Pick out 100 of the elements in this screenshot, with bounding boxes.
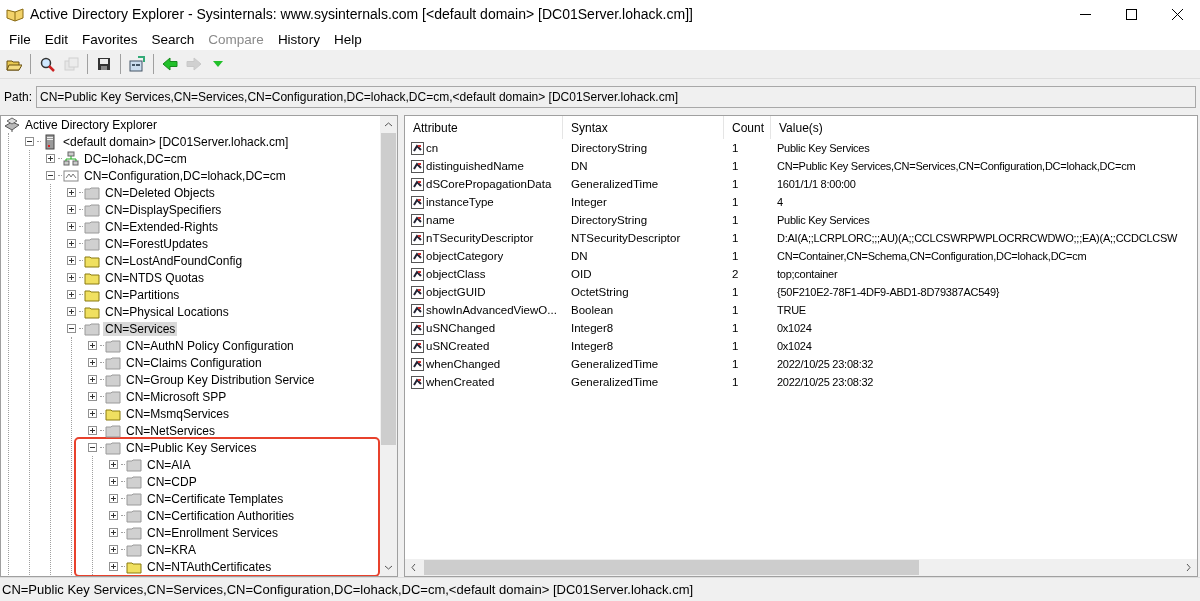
table-cell-text: 1 bbox=[731, 142, 740, 154]
tree-item[interactable]: CN=ForestUpdates bbox=[103, 236, 211, 251]
tree-item[interactable]: CN=NTAuthCertificates bbox=[145, 559, 274, 574]
table-cell-text: 1 bbox=[731, 304, 740, 316]
collapse-icon[interactable] bbox=[46, 171, 55, 180]
tree-item[interactable]: CN=Microsoft SPP bbox=[124, 389, 229, 404]
tree-item[interactable]: CN=NTDS Quotas bbox=[103, 270, 207, 285]
expand-icon[interactable] bbox=[88, 392, 97, 401]
tree-item[interactable]: CN=MsmqServices bbox=[124, 406, 232, 421]
tree-item[interactable]: CN=Extended-Rights bbox=[103, 219, 221, 234]
column-header[interactable]: Syntax bbox=[563, 116, 724, 139]
expand-icon[interactable] bbox=[109, 477, 118, 486]
tree-item[interactable]: CN=DisplaySpecifiers bbox=[103, 202, 224, 217]
menu-item[interactable]: File bbox=[2, 29, 38, 49]
path-field[interactable]: CN=Public Key Services,CN=Services,CN=Configuration,DC=lohack,DC=cm,<default domain> [DC01Server.lohack.cm] bbox=[36, 86, 1196, 108]
tree-item[interactable]: CN=NetServices bbox=[124, 423, 218, 438]
column-header[interactable]: Attribute bbox=[405, 116, 563, 139]
collapse-icon[interactable] bbox=[88, 443, 97, 452]
table-cell-text: OID bbox=[570, 268, 593, 280]
expand-icon[interactable] bbox=[109, 511, 118, 520]
collapse-icon[interactable] bbox=[67, 324, 76, 333]
tree-item[interactable]: CN=KRA bbox=[145, 542, 198, 557]
column-header[interactable]: Value(s) bbox=[771, 116, 1197, 139]
attribute-icon bbox=[411, 213, 424, 227]
collapse-icon[interactable] bbox=[25, 137, 34, 146]
menu-item[interactable]: Help bbox=[326, 29, 369, 49]
expand-icon[interactable] bbox=[67, 205, 76, 214]
table-cell-text: top;container bbox=[776, 268, 839, 280]
expand-icon[interactable] bbox=[109, 545, 118, 554]
menu-item[interactable]: Edit bbox=[37, 29, 76, 49]
expand-icon[interactable] bbox=[109, 460, 118, 469]
tree-item[interactable]: CN=Group Key Distribution Service bbox=[124, 372, 317, 387]
book-icon bbox=[6, 6, 24, 22]
tree-item[interactable]: CN=Enrollment Services bbox=[145, 525, 281, 540]
expand-icon[interactable] bbox=[67, 307, 76, 316]
tree-item[interactable]: CN=Configuration,DC=lohack,DC=cm bbox=[82, 168, 288, 183]
expand-icon[interactable] bbox=[88, 426, 97, 435]
expand-icon[interactable] bbox=[67, 290, 76, 299]
attribute-icon bbox=[411, 177, 424, 191]
scroll-right-icon[interactable] bbox=[1184, 563, 1193, 572]
table-cell: uSNChanged bbox=[426, 322, 496, 334]
attribute-icon bbox=[411, 231, 424, 245]
table-cell-text: D:AI(A;;LCRPLORC;;;AU)(A;;CCLCSWRPWPLOCRRCWDWO;;;EA)(A;;CCDCLCSW bbox=[776, 232, 1179, 244]
table-cell-text: 2022/10/25 23:08:32 bbox=[776, 358, 875, 370]
expand-icon[interactable] bbox=[46, 154, 55, 163]
table-cell: objectCategory bbox=[426, 250, 504, 262]
table-cell-text: Integer8 bbox=[570, 340, 615, 352]
expand-icon[interactable] bbox=[67, 188, 76, 197]
tree-item[interactable]: CN=AIA bbox=[145, 457, 193, 472]
expand-icon[interactable] bbox=[88, 409, 97, 418]
save-icon bbox=[96, 56, 112, 72]
table-cell-text: 1 bbox=[731, 322, 740, 334]
tree-item[interactable]: CN=Certification Authorities bbox=[145, 508, 297, 523]
table-cell-text: CN=Public Key Services,CN=Services,CN=Configuration,DC=lohack,DC=cm bbox=[776, 160, 1137, 172]
vertical-scrollbar[interactable] bbox=[380, 116, 397, 576]
horizontal-scrollbar[interactable] bbox=[405, 559, 1197, 576]
tree-item[interactable]: CN=Claims Configuration bbox=[124, 355, 264, 370]
tree-item[interactable]: CN=AuthN Policy Configuration bbox=[124, 338, 296, 353]
tree-item[interactable]: <default domain> [DC01Server.lohack.cm] bbox=[61, 134, 291, 149]
copy-icon bbox=[63, 56, 79, 72]
column-header[interactable]: Count bbox=[724, 116, 771, 139]
table-cell-text: 2 bbox=[731, 268, 740, 280]
attribute-icon bbox=[411, 285, 424, 299]
expand-icon[interactable] bbox=[67, 273, 76, 282]
window-title: Active Directory Explorer - Sysinternals: www.sysinternals.com [<default domain> [DC01Server.lohack.cm]] bbox=[30, 6, 694, 22]
expand-icon[interactable] bbox=[88, 375, 97, 384]
table-cell: nTSecurityDescriptor bbox=[426, 232, 534, 244]
attribute-icon bbox=[411, 321, 424, 335]
tree-item[interactable]: DC=lohack,DC=cm bbox=[82, 151, 189, 166]
table-cell-text: GeneralizedTime bbox=[570, 178, 660, 190]
tree-item[interactable]: CN=Partitions bbox=[103, 287, 182, 302]
menu-item[interactable]: Search bbox=[144, 29, 202, 49]
expand-icon[interactable] bbox=[109, 528, 118, 537]
tree-item[interactable]: CN=Certificate Templates bbox=[145, 491, 286, 506]
tree-item[interactable]: CN=LostAndFoundConfig bbox=[103, 253, 245, 268]
tree-item[interactable]: CN=Services bbox=[103, 321, 178, 336]
scroll-up-icon[interactable] bbox=[384, 120, 393, 129]
menu-item[interactable]: Favorites bbox=[75, 29, 145, 49]
toolbar-button[interactable] bbox=[127, 54, 147, 74]
menu-item[interactable]: History bbox=[270, 29, 327, 49]
table-cell: whenChanged bbox=[426, 358, 501, 370]
expand-icon[interactable] bbox=[109, 494, 118, 503]
scroll-down-icon[interactable] bbox=[384, 563, 393, 572]
tree-item[interactable]: CN=Public Key Services bbox=[124, 440, 259, 455]
expand-icon[interactable] bbox=[67, 222, 76, 231]
table-cell: whenCreated bbox=[426, 376, 495, 388]
table-cell-text: CN=Container,CN=Schema,CN=Configuration,DC=lohack,DC=cm bbox=[776, 250, 1088, 262]
table-cell-text: 1 bbox=[731, 178, 740, 190]
expand-icon[interactable] bbox=[67, 239, 76, 248]
expand-icon[interactable] bbox=[109, 562, 118, 571]
attribute-icon bbox=[411, 141, 424, 155]
tree-item[interactable]: CN=Physical Locations bbox=[103, 304, 231, 319]
expand-icon[interactable] bbox=[88, 341, 97, 350]
tree-item[interactable]: Active Directory Explorer bbox=[23, 117, 160, 132]
expand-icon[interactable] bbox=[88, 358, 97, 367]
tree-item[interactable]: CN=Deleted Objects bbox=[103, 185, 217, 200]
tree-item[interactable]: CN=CDP bbox=[145, 474, 199, 489]
attribute-icon bbox=[411, 303, 424, 317]
scroll-left-icon[interactable] bbox=[409, 563, 418, 572]
expand-icon[interactable] bbox=[67, 256, 76, 265]
